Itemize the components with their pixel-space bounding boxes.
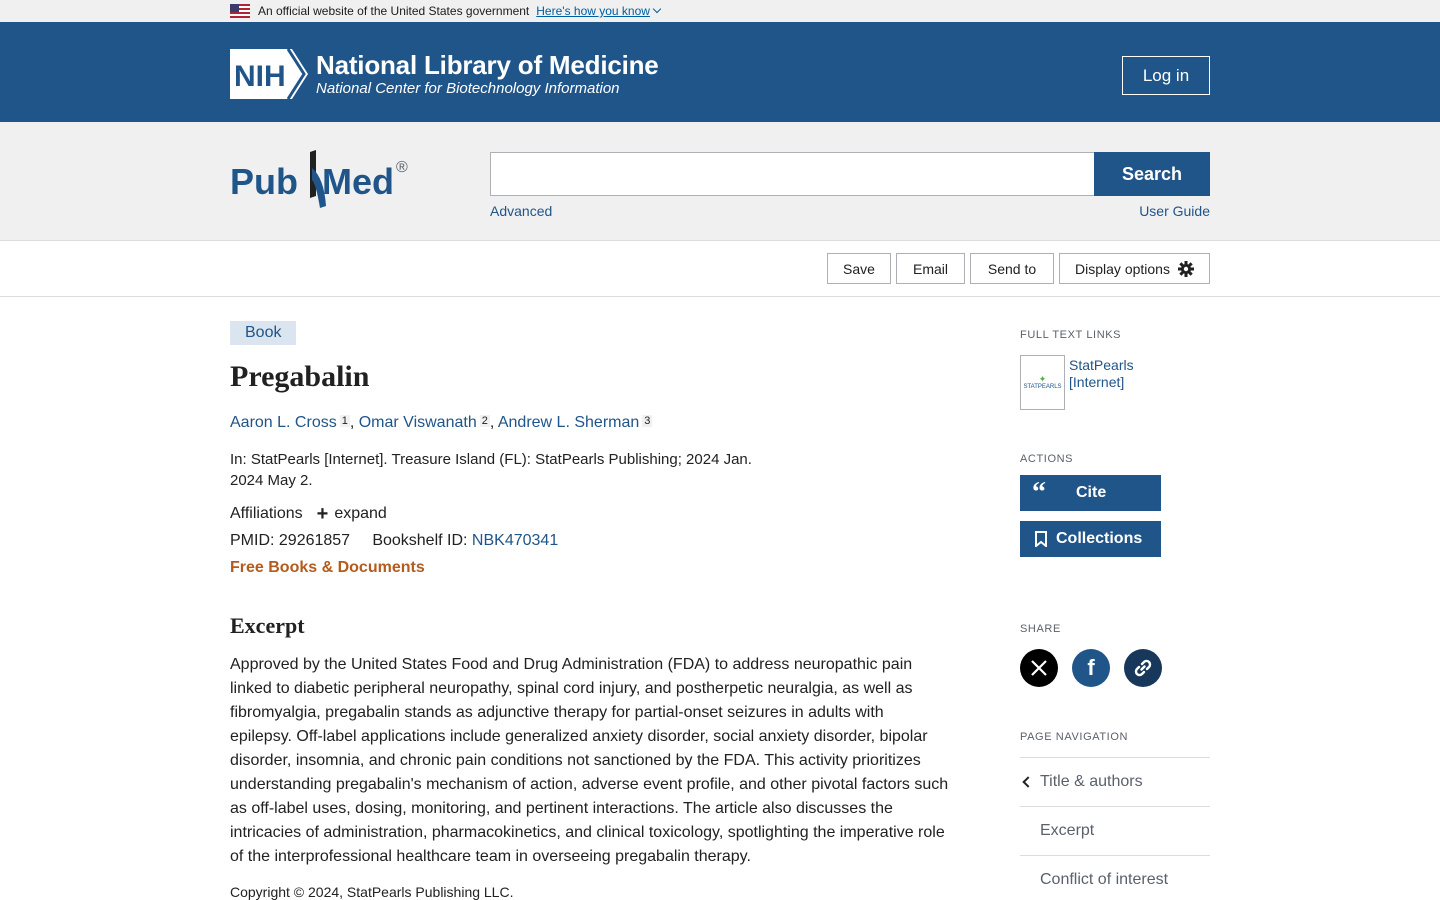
cite-button[interactable]: “ Cite: [1020, 475, 1161, 511]
share-link-button[interactable]: [1124, 649, 1162, 687]
copyright: Copyright © 2024, StatPearls Publishing …: [230, 884, 514, 900]
affiliations-row: Affiliations + expand: [230, 503, 950, 525]
excerpt-text: Approved by the United States Food and D…: [230, 656, 949, 865]
leaf-icon: ✦: [1038, 374, 1047, 384]
cite-label: Cite: [1076, 484, 1107, 501]
collections-button[interactable]: Collections: [1020, 521, 1161, 557]
chevron-left-icon: [1022, 776, 1034, 788]
pubmed-logo-med: Med: [322, 161, 394, 202]
statpearls-full-text-link[interactable]: ✦ STATPEARLS StatPearls [Internet]: [1020, 355, 1210, 410]
pubmed-logo-pub: Pub: [230, 161, 298, 202]
author-link[interactable]: Omar Viswanath: [359, 414, 477, 431]
citation-source: In: StatPearls [Internet]. Treasure Isla…: [230, 451, 752, 468]
quote-icon: “: [1032, 477, 1046, 508]
search-input[interactable]: [490, 152, 1095, 196]
sidebar: FULL TEXT LINKS ✦ STATPEARLS StatPearls …: [1020, 329, 1210, 900]
nav-item-label: Conflict of interest: [1040, 871, 1169, 888]
full-text-links-heading: FULL TEXT LINKS: [1020, 329, 1122, 341]
nlm-logo-link[interactable]: NIH National Library of Medicine Nationa…: [230, 49, 659, 99]
share-heading: SHARE: [1020, 623, 1061, 635]
affiliation-ref[interactable]: 3: [642, 415, 653, 427]
heres-how-you-know-label: Here's how you know: [536, 4, 650, 18]
nav-item-label: Excerpt: [1040, 822, 1095, 839]
actions-heading: ACTIONS: [1020, 453, 1074, 465]
email-button[interactable]: Email: [896, 253, 965, 284]
affiliation-ref[interactable]: 1: [339, 415, 350, 427]
expand-affiliations-button[interactable]: + expand: [316, 503, 387, 525]
article-main: Book Pregabalin Aaron L. Cross 1, Omar Vi…: [230, 321, 950, 900]
bookshelf-id-link[interactable]: NBK470341: [472, 532, 558, 549]
pubmed-logo-registered: ®: [396, 159, 408, 176]
expand-label: expand: [334, 505, 387, 522]
send-to-button[interactable]: Send to: [970, 253, 1054, 284]
login-button[interactable]: Log in: [1122, 56, 1210, 95]
ncbi-subtitle: National Center for Biotechnology Inform…: [316, 80, 620, 97]
display-options-button[interactable]: Display options: [1059, 253, 1210, 284]
user-guide-link[interactable]: User Guide: [1139, 203, 1210, 219]
nav-item-label: Title & authors: [1040, 773, 1143, 790]
nav-item-excerpt[interactable]: Excerpt: [1020, 807, 1210, 856]
nav-item-conflict-of-interest[interactable]: Conflict of interest: [1020, 856, 1210, 900]
nih-badge-text: NIH: [234, 60, 286, 93]
excerpt-heading: Excerpt: [230, 613, 305, 638]
plus-icon: +: [316, 503, 329, 525]
us-flag-icon: [230, 4, 250, 18]
share-x-button[interactable]: [1020, 649, 1058, 687]
statpearls-logo: ✦ STATPEARLS: [1020, 355, 1065, 410]
collections-label: Collections: [1056, 530, 1143, 547]
nih-logo-icon: NIH: [230, 49, 308, 99]
share-buttons: f: [1020, 649, 1210, 687]
nih-header: NIH National Library of Medicine Nationa…: [0, 22, 1440, 122]
identifiers: PMID: 29261857 Bookshelf ID: NBK470341: [230, 532, 950, 550]
search-button[interactable]: Search: [1094, 152, 1210, 196]
chevron-down-icon: [652, 4, 662, 14]
pubmed-logo[interactable]: Pub Med ®: [230, 148, 420, 210]
advanced-search-link[interactable]: Advanced: [490, 203, 552, 219]
citation: In: StatPearls [Internet]. Treasure Isla…: [230, 449, 770, 491]
display-options-label: Display options: [1075, 260, 1170, 277]
gov-banner-text: An official website of the United States…: [258, 4, 530, 18]
page-navigation-list: Title & authors Excerpt Conflict of inte…: [1020, 757, 1210, 900]
heres-how-you-know-link[interactable]: Here's how you know: [536, 4, 662, 18]
authors-list: Aaron L. Cross 1, Omar Viswanath 2, Andrew…: [230, 414, 653, 431]
search-area: Pub Med ® Search Advanced User Guide: [0, 122, 1440, 241]
free-books-link[interactable]: Free Books & Documents: [230, 559, 950, 577]
citation-date: 2024 May 2.: [230, 472, 313, 489]
link-icon: [1134, 659, 1152, 677]
page-navigation-heading: PAGE NAVIGATION: [1020, 731, 1129, 743]
full-text-link-line2: [Internet]: [1069, 374, 1125, 390]
affiliation-ref[interactable]: 2: [479, 415, 490, 427]
author-link[interactable]: Aaron L. Cross: [230, 414, 337, 431]
author-link[interactable]: Andrew L. Sherman: [498, 414, 639, 431]
statpearls-logo-text: STATPEARLS: [1023, 384, 1062, 390]
gov-banner: An official website of the United States…: [0, 0, 1440, 22]
full-text-link-line1: StatPearls: [1069, 357, 1134, 373]
article-toolbar: Save Email Send to Display options: [0, 241, 1440, 297]
facebook-icon: f: [1087, 655, 1095, 680]
nav-item-title-authors[interactable]: Title & authors: [1020, 758, 1210, 807]
x-icon: [1031, 660, 1047, 676]
share-facebook-button[interactable]: f: [1072, 649, 1110, 687]
bookshelf-label: Bookshelf ID:: [372, 532, 468, 549]
publication-type-badge: Book: [230, 321, 297, 345]
bookmark-icon: [1035, 531, 1047, 547]
affiliations-label: Affiliations: [230, 505, 303, 522]
save-button[interactable]: Save: [827, 253, 891, 284]
gear-icon: [1177, 260, 1194, 277]
article-title: Pregabalin: [230, 360, 370, 393]
pmid: PMID: 29261857: [230, 532, 351, 549]
nlm-title: National Library of Medicine: [316, 50, 659, 80]
